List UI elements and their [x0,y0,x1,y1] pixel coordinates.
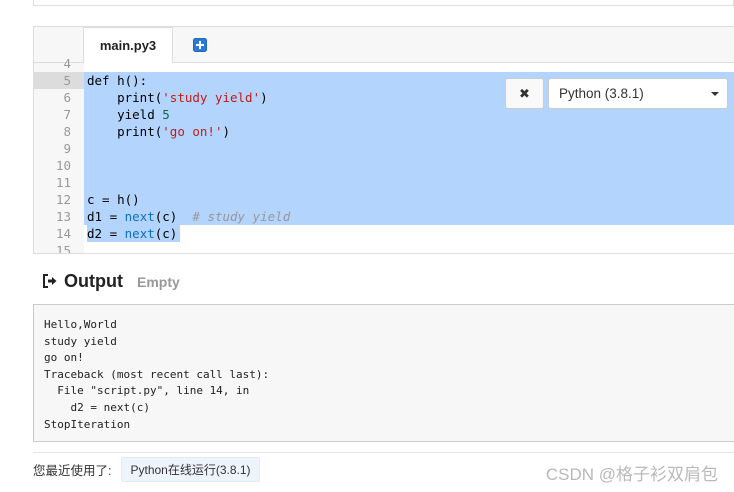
line-code: c = h() [87,192,140,207]
line-number: 11 [55,175,71,190]
line-code: d2 = next(c) [87,226,178,241]
top-card [33,0,734,6]
code-line: 13 d1 = next(c) # study yield [34,208,734,225]
sign-out-icon [43,274,57,288]
line-number: 6 [63,90,71,105]
close-button[interactable]: ✖ [505,78,544,109]
divider [33,452,734,453]
line-number: 9 [63,141,71,156]
language-select[interactable]: Python (3.8.1) [548,78,728,109]
line-code: d1 = next(c) # study yield [87,209,291,224]
code-line: 14 d2 = next(c) [34,225,734,242]
code-line: 8 print('go on!') [34,123,734,140]
line-number: 13 [55,209,71,224]
output-console: Hello,World study yield go on! Traceback… [33,304,734,442]
recent-used: 您最近使用了: Python在线运行(3.8.1) [33,456,260,482]
recent-label: 您最近使用了: [33,463,112,478]
editor-panel: main.py3 4 5 def h(): 6 print('study yie… [33,26,734,254]
output-title: Output [64,270,123,291]
plus-square-icon[interactable] [193,38,207,52]
code-line: 9 [34,140,734,157]
language-selected: Python (3.8.1) [559,86,644,101]
code-line: 15 [34,242,734,254]
output-status: Empty [136,274,180,290]
code-line: 10 [34,157,734,174]
caret-down-icon [711,92,719,96]
recent-link[interactable]: Python在线运行(3.8.1) [121,456,260,482]
code-line: 4 [34,55,734,72]
watermark: CSDN @格子衫双肩包 [545,465,718,484]
line-number: 7 [63,107,71,122]
line-number: 14 [55,226,71,241]
output-header: Output Empty [42,268,180,294]
code-line: 12 c = h() [34,191,734,208]
close-icon: ✖ [519,85,530,101]
line-number: 12 [55,192,71,207]
code-line: 11 [34,174,734,191]
line-number: 4 [63,56,71,71]
tab-label: main.py3 [99,38,157,53]
line-number: 5 [63,73,71,88]
line-number: 15 [55,243,71,254]
line-number: 8 [63,124,71,139]
line-code: print('go on!') [87,124,231,139]
line-number: 10 [55,158,71,173]
